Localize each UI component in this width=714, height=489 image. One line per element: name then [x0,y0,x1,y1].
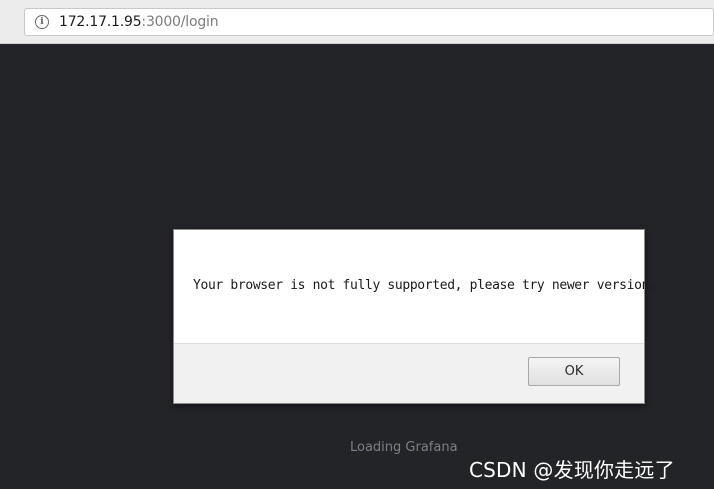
address-bar[interactable]: i 172.17.1.95:3000/login [24,8,714,36]
loading-status-text: Loading Grafana [350,440,458,455]
ok-button[interactable]: OK [528,357,620,386]
url-host: 172.17.1.95 [59,14,142,30]
info-icon[interactable]: i [35,15,49,29]
browser-toolbar: i 172.17.1.95:3000/login [0,0,714,44]
url-path: :3000/login [141,14,219,30]
dialog-message: Your browser is not fully supported, ple… [193,278,657,293]
dialog-footer: OK [174,343,644,403]
url-text[interactable]: 172.17.1.95:3000/login [59,14,219,30]
browser-alert-dialog: Your browser is not fully supported, ple… [173,229,657,404]
csdn-watermark: CSDN @发现你走远了 [469,458,675,482]
